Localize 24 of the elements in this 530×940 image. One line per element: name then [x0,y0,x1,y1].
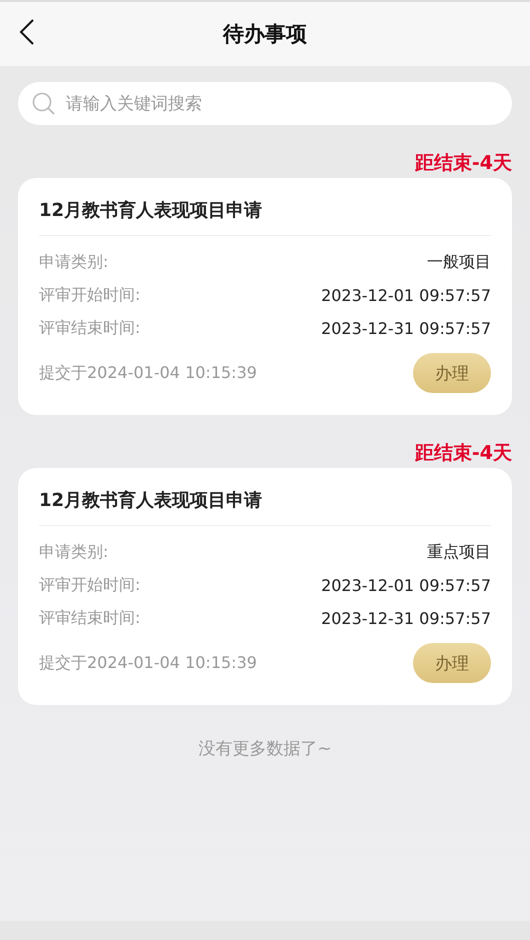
handle-button[interactable]: 办理 [413,643,491,683]
submitted-time: 提交于2024-01-04 10:15:39 [39,652,257,674]
submitted-time: 提交于2024-01-04 10:15:39 [39,362,257,384]
field-value: 一般项目 [427,252,491,273]
task-title: 12月教书育人表现项目申请 [39,468,491,526]
page-title: 待办事项 [223,21,307,48]
field-label: 申请类别: [39,252,108,273]
field-label: 评审结束时间: [39,318,140,339]
field-value: 2023-12-01 09:57:57 [321,576,491,595]
field-label: 评审结束时间: [39,608,140,629]
end-of-list-text: 没有更多数据了~ [198,738,332,760]
field-value: 2023-12-01 09:57:57 [321,286,491,305]
field-value: 2023-12-31 09:57:57 [321,609,491,628]
field-value: 重点项目 [427,542,491,563]
deadline-label: 距结束-4天 [414,441,512,465]
deadline-label: 距结束-4天 [414,151,512,175]
field-label: 申请类别: [39,542,108,563]
field-label: 评审开始时间: [39,575,140,596]
task-title: 12月教书育人表现项目申请 [39,178,491,236]
field-value: 2023-12-31 09:57:57 [321,319,491,338]
back-icon[interactable] [19,19,35,45]
handle-button[interactable]: 办理 [413,353,491,393]
search-field[interactable]: 请输入关键词搜索 [18,82,512,125]
field-label: 评审开始时间: [39,285,140,306]
